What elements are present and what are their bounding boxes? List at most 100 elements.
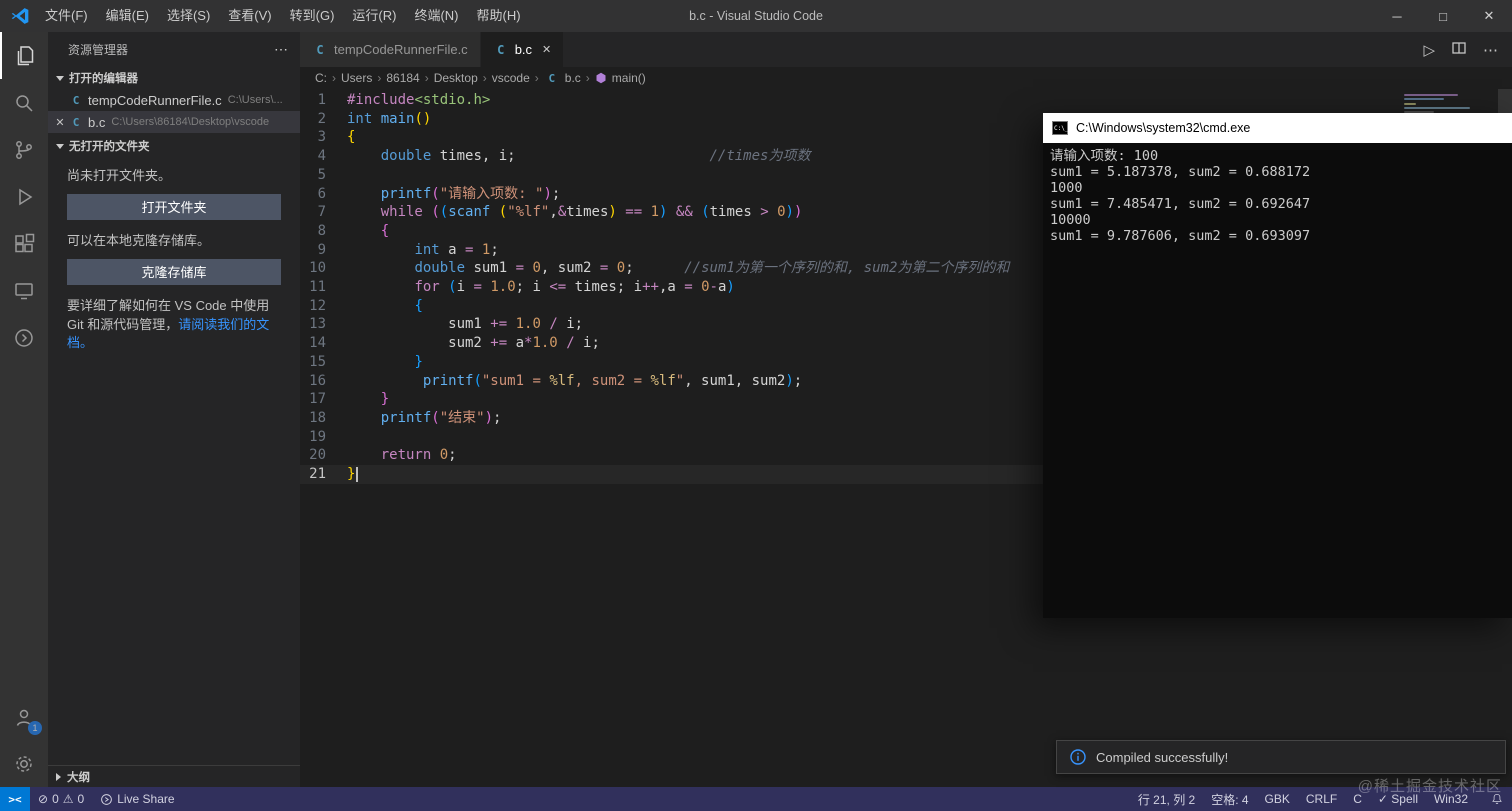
cmd-output: 请输入项数: 100 sum1 = 5.187378, sum2 = 0.6881… [1043, 143, 1512, 618]
line-number[interactable]: 1 [300, 91, 347, 110]
code-text: double times, i; //times为项数 [380, 148, 811, 165]
open-editor-item[interactable]: ✕ Cb.c C:\Users\86184\Desktop\vscode [48, 111, 300, 133]
sidebar-more-actions-icon[interactable]: ⋯ [274, 41, 288, 58]
menu-item[interactable]: 运行(R) [343, 0, 405, 32]
menu-item[interactable]: 帮助(H) [468, 0, 530, 32]
cmd-title-bar[interactable]: C:\_ C:\Windows\system32\cmd.exe [1043, 113, 1512, 143]
run-debug-icon[interactable] [0, 173, 48, 220]
line-number[interactable]: 17 [300, 390, 347, 409]
explorer-icon[interactable] [0, 32, 48, 79]
status-item[interactable]: 行 21, 列 2 [1130, 787, 1203, 811]
code-text: printf("结束"); [380, 409, 502, 426]
c-file-icon: C [72, 115, 80, 129]
extensions-icon[interactable] [0, 220, 48, 267]
live-share-status[interactable]: Live Share [92, 787, 182, 811]
terminal-line: sum1 = 7.485471, sum2 = 0.692647 [1050, 196, 1311, 212]
settings-gear-icon[interactable] [0, 740, 48, 787]
run-code-button[interactable]: ▷ [1423, 41, 1435, 59]
line-number[interactable]: 6 [300, 185, 347, 204]
live-share-icon[interactable] [0, 314, 48, 361]
chevron-right-icon: › [534, 71, 539, 85]
sidebar-title: 资源管理器 [68, 43, 129, 57]
terminal-line: sum1 = 5.187378, sum2 = 0.688172 [1050, 164, 1311, 180]
line-number[interactable]: 14 [300, 334, 347, 353]
status-item[interactable]: CRLF [1298, 787, 1345, 811]
tab-tempCodeRunnerFile.c[interactable]: CtempCodeRunnerFile.c [300, 32, 481, 67]
line-number[interactable]: 13 [300, 315, 347, 334]
open-editors-header[interactable]: 打开的编辑器 [48, 67, 300, 89]
tab-b.c[interactable]: Cb.c ✕ [480, 32, 565, 67]
notification-text: Compiled successfully! [1096, 749, 1229, 765]
maximize-button[interactable]: □ [1420, 0, 1466, 32]
breadcrumb-item[interactable]: b.c [565, 71, 581, 85]
breadcrumb-item[interactable]: Users [341, 71, 372, 85]
menu-item[interactable]: 文件(F) [36, 0, 97, 32]
menu-item[interactable]: 编辑(E) [97, 0, 158, 32]
close-icon[interactable]: ✕ [542, 43, 551, 56]
line-number[interactable]: 18 [300, 409, 347, 428]
clone-hint-text: 可以在本地克隆存储库。 [67, 232, 211, 248]
breadcrumb-item[interactable]: main() [612, 71, 646, 85]
split-editor-icon[interactable] [1451, 40, 1467, 60]
code-text: for (i = 1.0; i <= times; i++,a = 0-a) [414, 279, 735, 296]
line-number[interactable]: 12 [300, 297, 347, 316]
menu-item[interactable]: 查看(V) [219, 0, 280, 32]
line-number[interactable]: 10 [300, 259, 347, 278]
terminal-line: 10000 [1050, 212, 1091, 228]
line-number[interactable]: 19 [300, 428, 347, 447]
file-name: tempCodeRunnerFile.c [88, 92, 222, 108]
remote-indicator[interactable]: >< [0, 787, 30, 811]
chevron-down-icon [56, 75, 64, 81]
source-control-icon[interactable] [0, 126, 48, 173]
open-folder-button[interactable]: 打开文件夹 [67, 193, 281, 220]
code-text: sum1 += 1.0 / i; [347, 316, 584, 333]
menu-item[interactable]: 转到(G) [281, 0, 344, 32]
activity-bar: 1 [0, 32, 48, 787]
breadcrumb-item[interactable]: Desktop [434, 71, 478, 85]
open-editor-item[interactable]: CtempCodeRunnerFile.c C:\Users\... [48, 89, 300, 111]
menu-item[interactable]: 选择(S) [158, 0, 219, 32]
line-number[interactable]: 9 [300, 241, 347, 260]
line-number[interactable]: 2 [300, 110, 347, 129]
code-text: sum2 += a*1.0 / i; [347, 335, 600, 352]
editor-more-actions-icon[interactable]: ⋯ [1483, 41, 1498, 59]
title-bar: 文件(F) 编辑(E) 选择(S) 查看(V) 转到(G) 运行(R) 终端(N) 帮助(H)… [0, 0, 1512, 32]
vscode-logo-icon [11, 8, 29, 24]
accounts-icon[interactable]: 1 [0, 693, 48, 740]
search-icon[interactable] [0, 79, 48, 126]
line-number[interactable]: 15 [300, 353, 347, 372]
line-number[interactable]: 16 [300, 372, 347, 391]
cmd-window-title: C:\Windows\system32\cmd.exe [1076, 121, 1251, 135]
breadcrumb-item[interactable]: C: [315, 71, 327, 85]
c-file-icon: C [72, 93, 80, 107]
line-number[interactable]: 7 [300, 203, 347, 222]
problems-status[interactable]: ⊘ 0 ⚠ 0 [30, 787, 92, 811]
status-item[interactable]: 空格: 4 [1203, 787, 1256, 811]
code-line[interactable]: 1 #include<stdio.h> [300, 91, 1512, 110]
no-folder-header[interactable]: 无打开的文件夹 [48, 135, 300, 157]
line-number[interactable]: 4 [300, 147, 347, 166]
line-number[interactable]: 21 [300, 465, 347, 484]
menu-bar: 文件(F) 编辑(E) 选择(S) 查看(V) 转到(G) 运行(R) 终端(N) 帮助(H) [36, 0, 530, 32]
breadcrumb-item[interactable]: 86184 [386, 71, 419, 85]
menu-item[interactable]: 终端(N) [405, 0, 467, 32]
line-number[interactable]: 11 [300, 278, 347, 297]
info-icon [1070, 749, 1086, 765]
code-text: } [380, 391, 390, 408]
tab-label: tempCodeRunnerFile.c [334, 42, 468, 57]
minimize-button[interactable]: ─ [1374, 0, 1420, 32]
status-item[interactable]: GBK [1257, 787, 1298, 811]
clone-repo-button[interactable]: 克隆存储库 [67, 258, 281, 285]
breadcrumb-item[interactable]: vscode [492, 71, 530, 85]
line-number[interactable]: 20 [300, 446, 347, 465]
outline-section-header[interactable]: 大纲 [48, 765, 300, 787]
close-window-button[interactable]: ✕ [1466, 0, 1512, 32]
remote-explorer-icon[interactable] [0, 267, 48, 314]
close-icon[interactable]: ✕ [52, 116, 68, 129]
line-number[interactable]: 3 [300, 128, 347, 147]
tab-bar: CtempCodeRunnerFile.c Cb.c ✕ ▷ ⋯ [300, 32, 1512, 67]
code-text: } [347, 465, 359, 484]
line-number[interactable]: 8 [300, 222, 347, 241]
line-number[interactable]: 5 [300, 166, 347, 185]
notification-toast[interactable]: Compiled successfully! [1056, 740, 1506, 774]
